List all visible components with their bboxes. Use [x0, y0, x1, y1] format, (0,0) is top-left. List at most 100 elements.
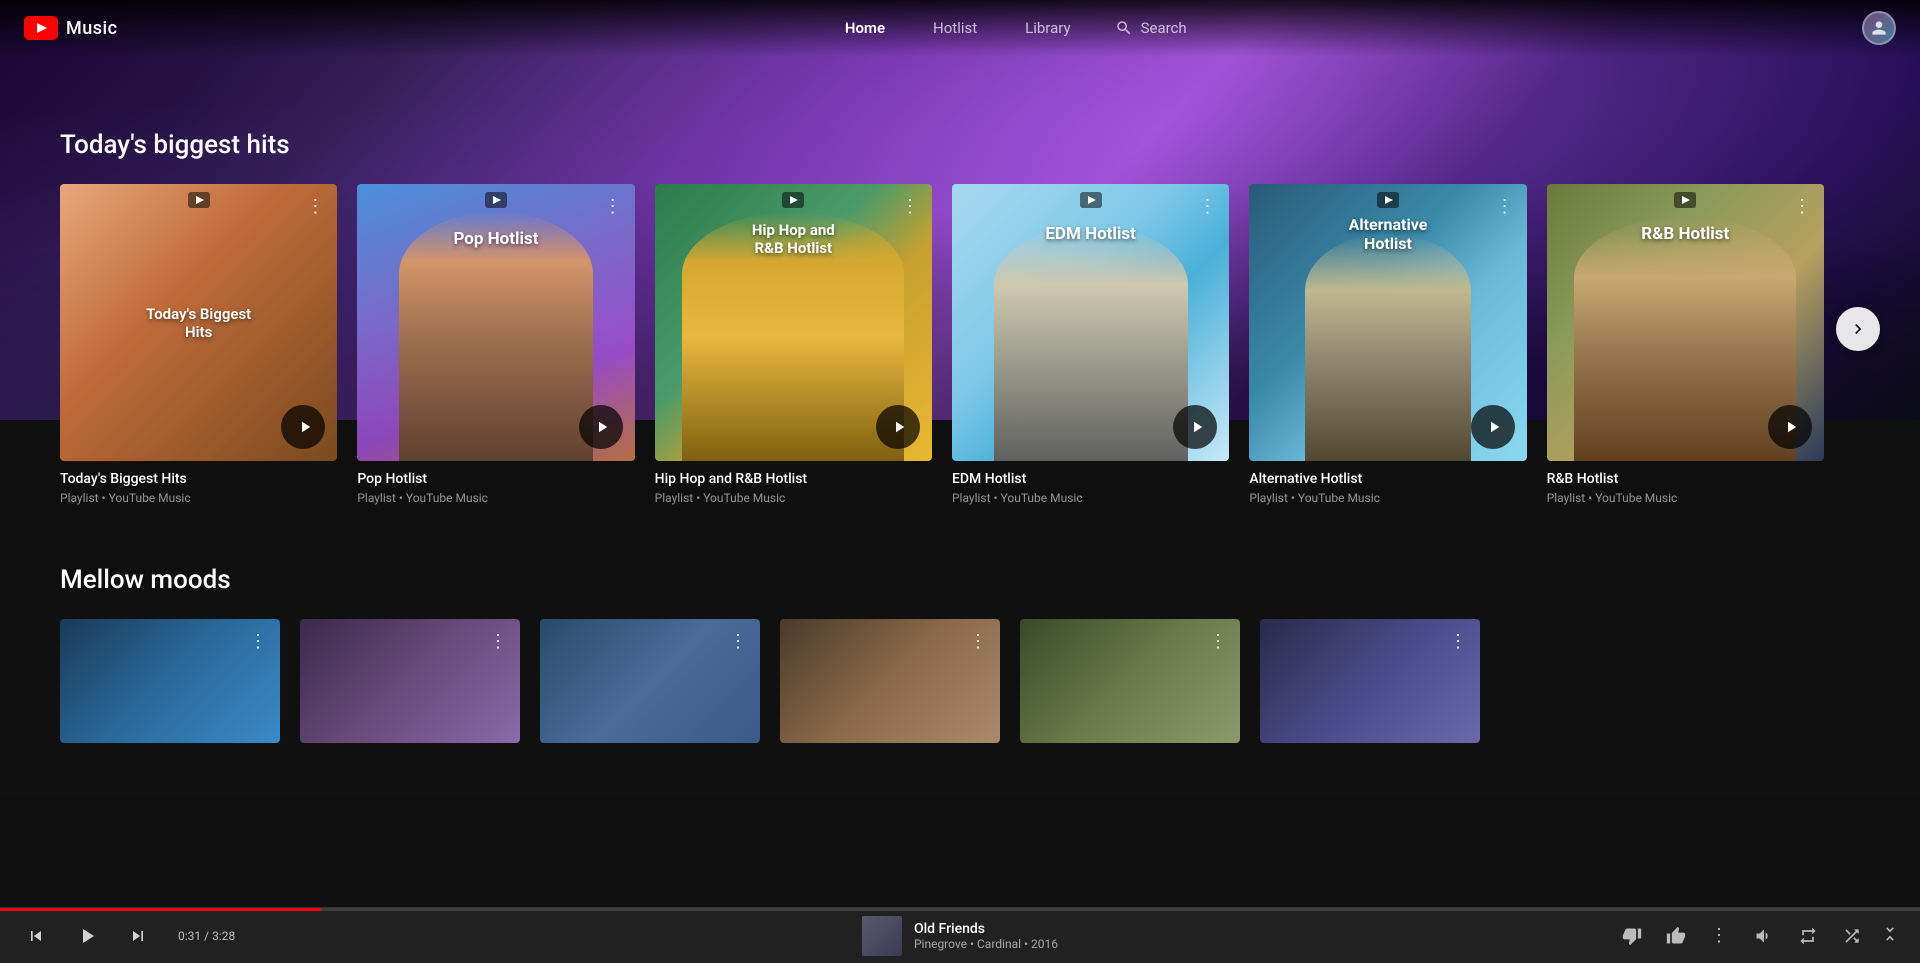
expand-btn[interactable] [1880, 924, 1900, 948]
section-todays-biggest-hits: Today's biggest hits Today's BiggestHits… [0, 130, 1920, 545]
card-play-btn-5[interactable] [1768, 405, 1812, 449]
card-yt-icon-5 [1674, 192, 1696, 212]
player-track-title: Old Friends [914, 921, 1058, 937]
mellow-menu-btn-3[interactable]: ⋮ [964, 627, 992, 655]
player-bar: 0:31 / 3:28 Old Friends Pinegrove • Card… [0, 907, 1920, 963]
mellow-card-2[interactable]: ⋮ [540, 619, 760, 753]
player-progress-fill [0, 908, 321, 911]
thumbs-up-btn[interactable] [1660, 920, 1692, 952]
card-pop-hotlist[interactable]: Pop Hotlist ⋮ [357, 184, 634, 505]
mellow-card-5[interactable]: ⋮ [1260, 619, 1480, 753]
card-menu-btn-0[interactable]: ⋮ [301, 192, 329, 220]
card-play-btn-1[interactable] [579, 405, 623, 449]
player-progress-track[interactable] [0, 908, 1920, 911]
yt-small-icon-1 [485, 192, 507, 208]
card-play-btn-3[interactable] [1173, 405, 1217, 449]
card-todays-biggest-hits[interactable]: Today's BiggestHits ⋮ Today's Bi [60, 184, 337, 505]
card-play-btn-4[interactable] [1471, 405, 1515, 449]
mellow-menu-btn-0[interactable]: ⋮ [244, 627, 272, 655]
cards-row-1: Today's BiggestHits ⋮ Today's Bi [60, 184, 1860, 505]
volume-btn[interactable] [1748, 920, 1780, 952]
card-yt-icon-1 [485, 192, 507, 212]
card-menu-btn-1[interactable]: ⋮ [599, 192, 627, 220]
nav-links: Home Hotlist Library Search [166, 11, 1863, 45]
yt-small-icon-3 [1080, 192, 1102, 208]
card-alternative-hotlist[interactable]: AlternativeHotlist ⋮ [1249, 184, 1526, 505]
mellow-card-3[interactable]: ⋮ [780, 619, 1000, 753]
card-menu-btn-2[interactable]: ⋮ [896, 192, 924, 220]
card-yt-icon-2 [782, 192, 804, 212]
mellow-menu-btn-5[interactable]: ⋮ [1444, 627, 1472, 655]
card-thumb-3: EDM Hotlist ⋮ [952, 184, 1229, 461]
nav-link-home[interactable]: Home [825, 11, 905, 45]
play-icon-3 [1188, 418, 1206, 436]
card-title-5: R&B Hotlist [1547, 471, 1824, 487]
mellow-thumb-0: ⋮ [60, 619, 280, 743]
repeat-btn[interactable] [1792, 920, 1824, 952]
card-sub-1: Playlist • YouTube Music [357, 491, 634, 505]
expand-icon [1880, 924, 1900, 944]
nav-link-hotlist[interactable]: Hotlist [913, 11, 997, 45]
card-yt-icon-4 [1377, 192, 1399, 212]
time-separator: / [204, 929, 212, 943]
card-yt-icon-0 [188, 192, 210, 212]
skip-back-btn[interactable] [20, 920, 52, 952]
navbar: Music Home Hotlist Library Search [0, 0, 1920, 56]
mellow-thumb-4: ⋮ [1020, 619, 1240, 743]
thumbs-down-icon [1622, 926, 1642, 946]
player-info: Old Friends Pinegrove • Cardinal • 2016 [914, 921, 1058, 951]
youtube-music-logo-icon [24, 16, 58, 40]
chevron-right-icon [1848, 319, 1868, 339]
card-label-0: Today's BiggestHits [146, 305, 251, 341]
nav-search[interactable]: Search [1099, 11, 1203, 45]
mellow-card-0[interactable]: ⋮ [60, 619, 280, 753]
card-menu-btn-5[interactable]: ⋮ [1788, 192, 1816, 220]
card-play-btn-0[interactable] [281, 405, 325, 449]
player-more-btn[interactable]: ⋮ [1704, 920, 1736, 952]
card-title-3: EDM Hotlist [952, 471, 1229, 487]
play-pause-btn[interactable] [68, 917, 106, 955]
play-icon [296, 418, 314, 436]
card-thumb-4: AlternativeHotlist ⋮ [1249, 184, 1526, 461]
card-title-2: Hip Hop and R&B Hotlist [655, 471, 932, 487]
yt-small-icon-4 [1377, 192, 1399, 208]
card-rnb-hotlist[interactable]: R&B Hotlist ⋮ R&B Hot [1547, 184, 1824, 505]
card-menu-btn-4[interactable]: ⋮ [1491, 192, 1519, 220]
card-title-1: Pop Hotlist [357, 471, 634, 487]
carousel-next-btn[interactable] [1836, 307, 1880, 351]
card-play-btn-2[interactable] [876, 405, 920, 449]
mellow-cards-row: ⋮ ⋮ ⋮ ⋮ ⋮ [60, 619, 1860, 753]
logo[interactable]: Music [24, 16, 118, 40]
mellow-menu-btn-2[interactable]: ⋮ [724, 627, 752, 655]
yt-small-icon [188, 192, 210, 208]
card-menu-btn-3[interactable]: ⋮ [1193, 192, 1221, 220]
mellow-card-4[interactable]: ⋮ [1020, 619, 1240, 753]
mellow-thumb-1: ⋮ [300, 619, 520, 743]
play-icon-1 [593, 418, 611, 436]
mellow-thumb-5: ⋮ [1260, 619, 1480, 743]
play-icon-4 [1485, 418, 1503, 436]
user-avatar[interactable] [1862, 11, 1896, 45]
player-track-sub: Pinegrove • Cardinal • 2016 [914, 937, 1058, 951]
section-mellow-moods: Mellow moods ⋮ ⋮ ⋮ ⋮ [0, 545, 1920, 793]
volume-icon [1754, 926, 1774, 946]
card-sub-3: Playlist • YouTube Music [952, 491, 1229, 505]
thumbs-down-btn[interactable] [1616, 920, 1648, 952]
mellow-menu-btn-4[interactable]: ⋮ [1204, 627, 1232, 655]
card-edm-hotlist[interactable]: EDM Hotlist ⋮ EDM Hot [952, 184, 1229, 505]
yt-small-icon-5 [1674, 192, 1696, 208]
play-icon-2 [890, 418, 908, 436]
section2-title: Mellow moods [60, 565, 1860, 595]
skip-next-icon [128, 926, 148, 946]
card-thumb-1: Pop Hotlist ⋮ [357, 184, 634, 461]
card-hip-hop-rnb[interactable]: Hip Hop andR&B Hotlist ⋮ [655, 184, 932, 505]
player-controls: 0:31 / 3:28 [20, 917, 258, 955]
nav-link-library[interactable]: Library [1005, 11, 1090, 45]
shuffle-btn[interactable] [1836, 920, 1868, 952]
player-track-thumbnail [862, 916, 902, 956]
mellow-card-1[interactable]: ⋮ [300, 619, 520, 753]
skip-forward-btn[interactable] [122, 920, 154, 952]
shuffle-icon [1842, 926, 1862, 946]
mellow-menu-btn-1[interactable]: ⋮ [484, 627, 512, 655]
card-sub-2: Playlist • YouTube Music [655, 491, 932, 505]
